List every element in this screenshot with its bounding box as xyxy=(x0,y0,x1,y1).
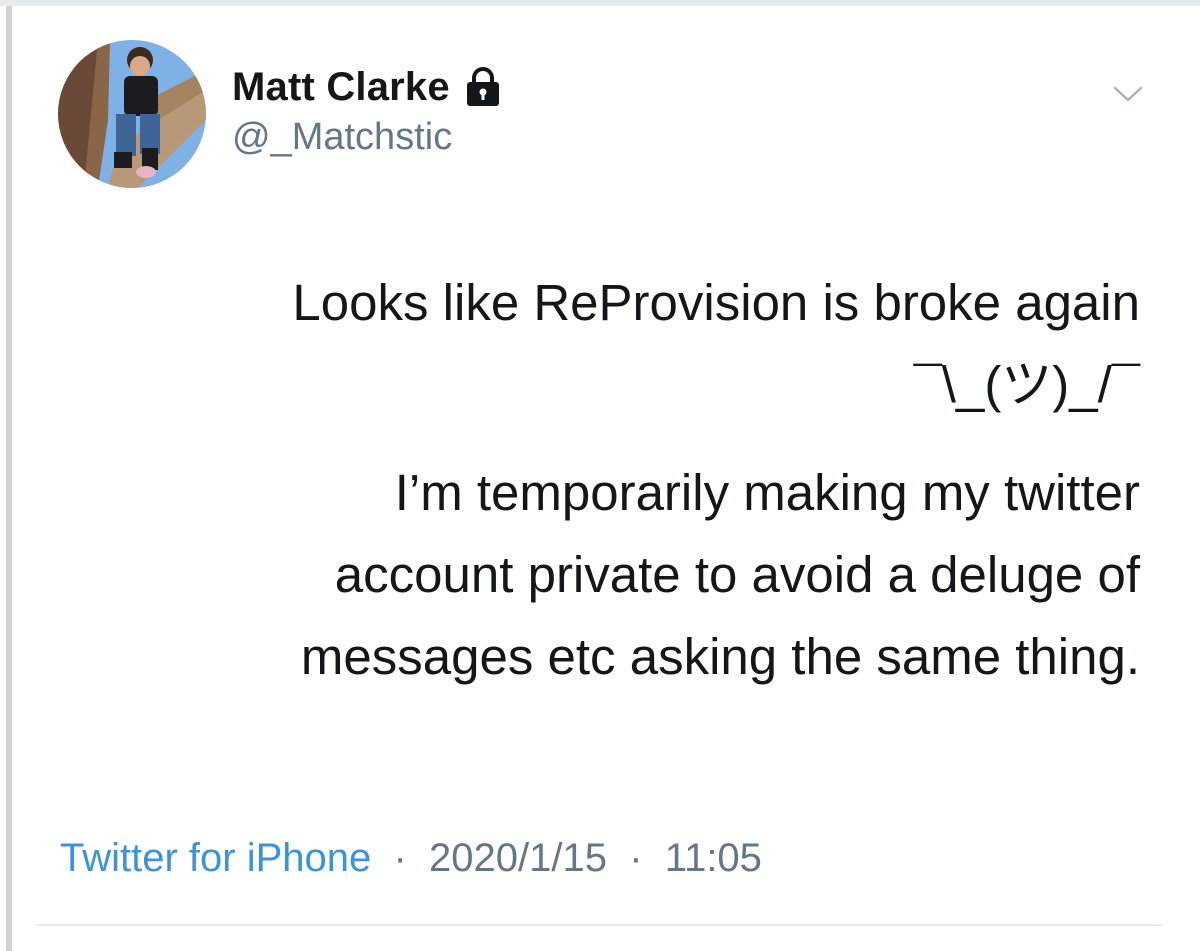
tweet-text-line: messages etc asking the same thing. xyxy=(300,628,1140,685)
tweet-text-line: account private to avoid a deluge of xyxy=(334,546,1140,603)
author-handle[interactable]: @_Matchstic xyxy=(232,116,452,159)
author-name-row: Matt Clarke xyxy=(232,64,502,110)
chevron-down-icon[interactable] xyxy=(1112,78,1144,110)
tweet-text-line: I’m temporarily making my twitter xyxy=(394,464,1140,521)
avatar[interactable] xyxy=(58,40,206,188)
lock-icon xyxy=(464,67,502,107)
meta-separator: · xyxy=(618,836,654,880)
meta-separator: · xyxy=(382,836,418,880)
tweet-meta: Twitter for iPhone · 2020/1/15 · 11:05 xyxy=(60,836,762,881)
tweet-text: Looks like ReProvision is broke again ¯\… xyxy=(140,262,1140,698)
tweet-text-line: Looks like ReProvision is broke again xyxy=(292,274,1140,331)
tweet-date: 2020/1/15 xyxy=(429,836,607,880)
avatar-image xyxy=(58,40,206,188)
tweet-text-line: ¯\_(ツ)_/¯ xyxy=(913,356,1140,413)
author-display-name[interactable]: Matt Clarke xyxy=(232,65,450,110)
source-link[interactable]: Twitter for iPhone xyxy=(60,836,371,880)
tweet-time: 11:05 xyxy=(664,836,762,880)
left-edge-bar xyxy=(6,6,12,951)
top-divider xyxy=(0,0,1200,6)
bottom-divider xyxy=(36,924,1162,926)
